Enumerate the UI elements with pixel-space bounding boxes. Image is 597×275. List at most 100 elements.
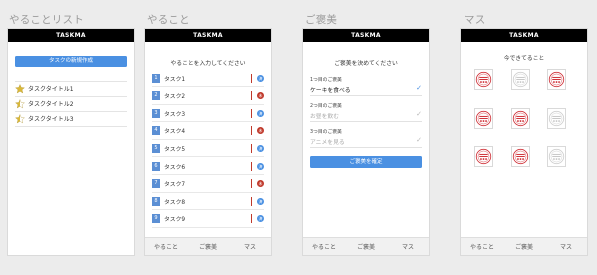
divider	[152, 103, 264, 105]
task-number-badge: 6	[152, 161, 160, 171]
stamp-cell-empty[interactable]	[511, 69, 530, 90]
task-separator	[251, 73, 252, 83]
half-star-icon	[15, 113, 25, 123]
divider	[310, 147, 422, 148]
stamp-cell-done[interactable]	[547, 69, 566, 90]
task-label: タスク5	[164, 146, 186, 153]
section-label-todo: やること	[147, 14, 190, 26]
reward-label-3: 3つ目のご褒美	[310, 130, 342, 135]
stamp-cell-done[interactable]	[474, 146, 493, 167]
task-status-dot[interactable]: 済	[257, 162, 264, 170]
task-list-item[interactable]: タスクタイトル3	[15, 112, 127, 125]
stamp-cell-empty[interactable]	[547, 146, 566, 167]
todo-item[interactable]: 7 タスク7 未	[152, 178, 264, 190]
todo-item[interactable]: 1 タスク1 済	[152, 72, 264, 84]
phone-grid: TASKMA 今できてること やること ご褒美 マス	[461, 29, 587, 255]
task-status-dot[interactable]: 済	[257, 144, 264, 152]
stamp-cell-empty[interactable]	[547, 108, 566, 129]
todo-item[interactable]: 3 タスク3 済	[152, 107, 264, 119]
reward-label-1: 1つ目のご褒美	[310, 78, 342, 83]
create-task-button[interactable]: タスクの新規作成	[15, 56, 127, 67]
divider	[152, 226, 264, 228]
task-number-badge: 3	[152, 108, 160, 118]
divider	[152, 86, 264, 87]
grid-heading: 今できてること	[503, 56, 545, 62]
reward-input-3[interactable]: アニメを見る	[310, 137, 345, 146]
stamp-cell-done[interactable]	[511, 108, 530, 129]
nav-grid[interactable]: マス	[545, 242, 587, 251]
task-separator	[251, 126, 252, 136]
reward-input-2[interactable]: お昼を飲む	[310, 111, 339, 120]
task-status-dot[interactable]: 未	[257, 180, 264, 188]
stamp-cell-done[interactable]	[474, 108, 493, 129]
nav-grid[interactable]: マス	[229, 242, 271, 251]
task-label: タスク3	[164, 111, 186, 118]
stamp-icon	[512, 71, 529, 88]
stamp-cell-done[interactable]	[511, 146, 530, 167]
task-status-dot[interactable]: 未	[257, 92, 264, 100]
task-number-badge: 1	[152, 73, 160, 83]
stamp-icon	[512, 110, 529, 127]
app-header: TASKMA	[303, 29, 429, 42]
task-status-dot[interactable]: 済	[257, 74, 264, 82]
task-label: タスク7	[164, 182, 186, 189]
phone-reward: TASKMA ご褒美を決めてください 1つ目のご褒美 ケーキを食べる ✓ 2つ目…	[303, 29, 429, 255]
todo-item[interactable]: 8 タスク8 済	[152, 195, 264, 207]
bottom-nav: やること ご褒美 マス	[145, 237, 271, 255]
nav-todo[interactable]: やること	[303, 242, 345, 251]
stamp-icon	[548, 148, 565, 165]
task-label: タスク6	[164, 164, 186, 171]
todo-item[interactable]: 4 タスク4 未	[152, 125, 264, 137]
reward-heading: ご褒美を決めてください	[334, 61, 398, 67]
task-separator	[251, 214, 252, 224]
nav-reward[interactable]: ご褒美	[503, 242, 545, 251]
task-title: タスクタイトル2	[28, 101, 74, 108]
section-label-todo-list: やることリスト	[9, 14, 84, 26]
task-status-dot[interactable]: 済	[257, 109, 264, 117]
nav-todo[interactable]: やること	[461, 242, 503, 251]
confirm-reward-button[interactable]: ご褒美を確定	[310, 156, 422, 168]
task-status-dot[interactable]: 済	[257, 215, 264, 223]
task-list-item[interactable]: タスクタイトル1	[15, 82, 127, 95]
task-label: タスク8	[164, 199, 186, 206]
task-title: タスクタイトル3	[28, 116, 74, 123]
task-label: タスク1	[164, 76, 186, 83]
todo-heading: やることを入力してください	[170, 61, 246, 67]
app-header: TASKMA	[461, 29, 587, 42]
task-label: タスク2	[164, 94, 186, 101]
todo-item[interactable]: 6 タスク6 済	[152, 160, 264, 172]
stamp-icon	[475, 110, 492, 127]
task-label: タスク9	[164, 217, 186, 224]
bottom-nav: やること ご褒美 マス	[303, 237, 429, 255]
task-number-badge: 2	[152, 91, 160, 101]
task-status-dot[interactable]: 済	[257, 197, 264, 205]
divider	[310, 121, 422, 122]
task-status-dot[interactable]: 未	[257, 127, 264, 135]
todo-item[interactable]: 2 タスク2 未	[152, 90, 264, 102]
todo-item[interactable]: 5 タスク5 済	[152, 142, 264, 154]
nav-reward[interactable]: ご褒美	[345, 242, 387, 251]
section-label-reward: ご褒美	[305, 14, 338, 26]
task-separator	[251, 143, 252, 153]
divider	[152, 191, 264, 193]
app-header: TASKMA	[145, 29, 271, 42]
nav-todo[interactable]: やること	[145, 242, 187, 251]
stamp-cell-done[interactable]	[474, 69, 493, 90]
stamp-icon	[548, 110, 565, 127]
phone-todo: TASKMA やることを入力してください やること ご褒美 マス 1 タスク1 済 2…	[145, 29, 271, 255]
task-title: タスクタイトル1	[28, 86, 74, 93]
task-number-badge: 7	[152, 179, 160, 189]
todo-item[interactable]: 9 タスク9 済	[152, 213, 264, 225]
check-icon: ✓	[416, 136, 422, 144]
bottom-nav: やること ご褒美 マス	[461, 237, 587, 255]
nav-reward[interactable]: ご褒美	[187, 242, 229, 251]
star-icon	[15, 83, 25, 93]
reward-input-1[interactable]: ケーキを食べる	[310, 85, 351, 94]
task-list-item[interactable]: タスクタイトル2	[15, 97, 127, 110]
task-label: タスク4	[164, 129, 186, 136]
nav-grid[interactable]: マス	[387, 242, 429, 251]
task-separator	[251, 108, 252, 118]
divider	[152, 138, 264, 140]
task-separator	[251, 196, 252, 206]
half-star-icon	[15, 98, 25, 108]
